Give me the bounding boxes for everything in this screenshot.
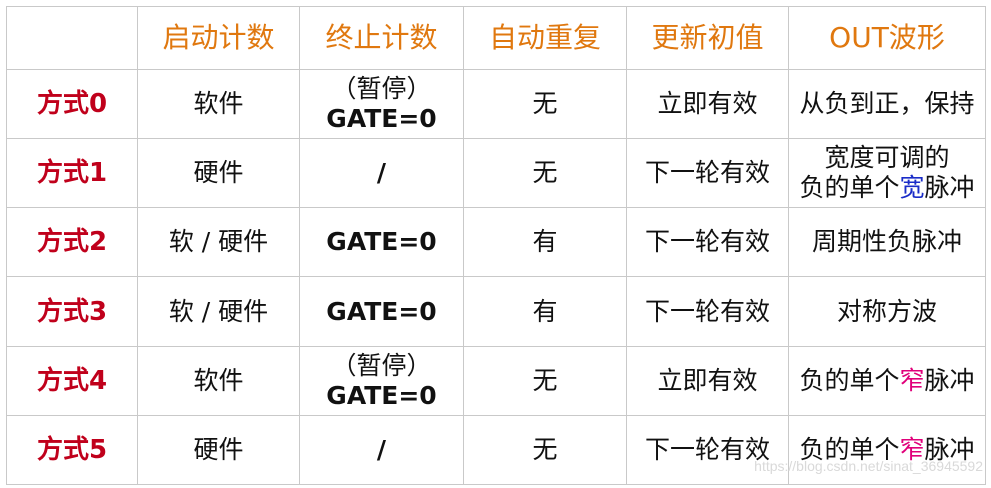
start-count-cell: 软件 (137, 68, 300, 140)
header-cell-out-waveform: OUT波形 (788, 6, 986, 70)
auto-repeat-cell: 无 (463, 138, 627, 209)
table-row: 方式1 硬件 / 无下一轮有效 宽度可调的 负的单个宽脉冲 (6, 138, 986, 209)
stop-count-cell: GATE=0 (299, 276, 464, 347)
update-initial-cell: 下一轮有效 (626, 276, 789, 347)
out-waveform-highlight: 宽 (899, 173, 925, 203)
update-initial-cell: 立即有效 (626, 345, 789, 416)
start-count-cell: 软 / 硬件 (137, 207, 300, 278)
out-waveform-line1: 宽度可调的 (824, 143, 950, 173)
out-waveform-cell: 负的单个窄脉冲 (788, 414, 986, 486)
stop-count-condition: / (376, 158, 387, 188)
start-count-cell: 硬件 (137, 414, 300, 486)
stop-count-cell: GATE=0 (299, 207, 464, 278)
out-waveform-cell: 负的单个窄脉冲 (788, 345, 986, 416)
out-waveform-pre: 负的单个 (799, 173, 900, 203)
auto-repeat-cell: 无 (463, 68, 627, 140)
out-waveform-post: 脉冲 (924, 434, 975, 464)
out-waveform-text: 负的单个窄脉冲 (789, 366, 985, 396)
stop-count-condition: GATE=0 (326, 296, 437, 326)
out-waveform-text: 周期性负脉冲 (789, 227, 985, 257)
mode-cell: 方式2 (6, 207, 138, 278)
out-waveform-text: 负的单个宽脉冲 (789, 173, 985, 203)
out-waveform-cell: 宽度可调的 负的单个宽脉冲 (788, 138, 986, 209)
start-count-cell: 软件 (137, 345, 300, 416)
update-initial-cell: 下一轮有效 (626, 414, 789, 486)
out-waveform-text: 负的单个窄脉冲 (789, 435, 985, 465)
table-row: 方式4 软件 （暂停） GATE=0 无立即有效 负的单个窄脉冲 (6, 345, 986, 416)
out-waveform-pre: 对称方波 (836, 296, 937, 326)
start-count-cell: 软 / 硬件 (137, 276, 300, 347)
table-row: 方式3 软 / 硬件 GATE=0 有下一轮有效 对称方波 (6, 276, 986, 347)
out-waveform-text: 对称方波 (789, 297, 985, 327)
header-cell-corner (6, 6, 138, 70)
stop-count-cell: （暂停） GATE=0 (299, 68, 464, 140)
out-waveform-highlight: 窄 (899, 365, 925, 395)
table-row: 方式5 硬件 / 无下一轮有效 负的单个窄脉冲 (6, 414, 986, 486)
out-waveform-highlight: 窄 (899, 434, 925, 464)
stop-count-condition: / (376, 434, 387, 464)
header-cell-update-initial: 更新初值 (626, 6, 789, 70)
out-waveform-post: 脉冲 (924, 365, 975, 395)
out-waveform-pre: 负的单个 (799, 365, 900, 395)
table-row: 方式0 软件 （暂停） GATE=0 无立即有效 从负到正，保持 (6, 68, 986, 140)
stop-count-condition: GATE=0 (326, 380, 437, 410)
stop-count-condition: GATE=0 (326, 104, 437, 134)
mode-cell: 方式4 (6, 345, 138, 416)
stop-count-condition: GATE=0 (326, 227, 437, 257)
out-waveform-cell: 周期性负脉冲 (788, 207, 986, 278)
timer-mode-table: 启动计数 终止计数 自动重复 更新初值 OUT波形 方式0 软件 （暂停） GATE=… (6, 6, 986, 486)
mode-cell: 方式5 (6, 414, 138, 486)
mode-cell: 方式0 (6, 68, 138, 140)
out-waveform-post: 脉冲 (924, 173, 975, 203)
start-count-cell: 硬件 (137, 138, 300, 209)
auto-repeat-cell: 有 (463, 276, 627, 347)
mode-cell: 方式1 (6, 138, 138, 209)
header-row: 启动计数 终止计数 自动重复 更新初值 OUT波形 (6, 6, 986, 70)
header-cell-stop-count: 终止计数 (299, 6, 464, 70)
table-row: 方式2 软 / 硬件 GATE=0 有下一轮有效 周期性负脉冲 (6, 207, 986, 278)
header-cell-start-count: 启动计数 (137, 6, 300, 70)
stop-count-cell: / (299, 138, 464, 209)
update-initial-cell: 下一轮有效 (626, 138, 789, 209)
out-waveform-pre: 从负到正，保持 (799, 89, 975, 119)
update-initial-cell: 立即有效 (626, 68, 789, 140)
mode-cell: 方式3 (6, 276, 138, 347)
out-waveform-pre: 周期性负脉冲 (811, 227, 962, 257)
auto-repeat-cell: 无 (463, 414, 627, 486)
out-waveform-pre: 负的单个 (799, 434, 900, 464)
stop-count-pause: （暂停） (331, 74, 432, 104)
out-waveform-cell: 从负到正，保持 (788, 68, 986, 140)
stop-count-cell: （暂停） GATE=0 (299, 345, 464, 416)
stop-count-cell: / (299, 414, 464, 486)
auto-repeat-cell: 有 (463, 207, 627, 278)
out-waveform-cell: 对称方波 (788, 276, 986, 347)
header-cell-auto-repeat: 自动重复 (463, 6, 627, 70)
update-initial-cell: 下一轮有效 (626, 207, 789, 278)
out-waveform-text: 从负到正，保持 (789, 89, 985, 119)
stop-count-pause: （暂停） (331, 350, 432, 380)
auto-repeat-cell: 无 (463, 345, 627, 416)
